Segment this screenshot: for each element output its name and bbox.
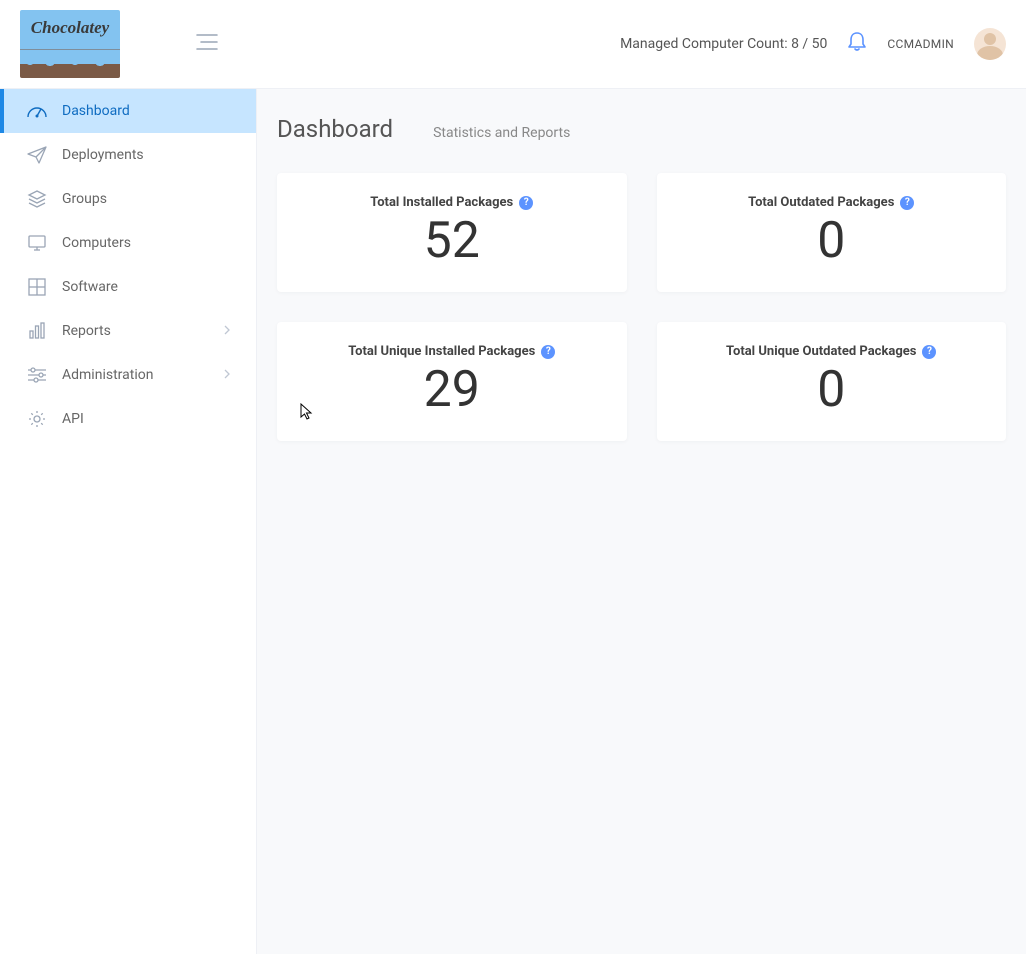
card-total-unique-installed-packages: Total Unique Installed Packages ? 29 (277, 322, 627, 441)
computer-count: Managed Computer Count: 8 / 50 (620, 36, 827, 52)
paper-plane-icon (26, 146, 48, 164)
card-title: Total Unique Installed Packages (348, 344, 535, 359)
sidebar-item-computers[interactable]: Computers (0, 221, 256, 265)
card-value: 0 (677, 216, 987, 266)
page-title: Dashboard (277, 115, 393, 143)
sidebar-item-label: Dashboard (62, 103, 130, 119)
help-icon[interactable]: ? (541, 345, 555, 359)
stat-cards: Total Installed Packages ? 52 Total Outd… (277, 173, 1006, 441)
card-total-outdated-packages: Total Outdated Packages ? 0 (657, 173, 1007, 292)
sidebar-item-dashboard[interactable]: Dashboard (0, 89, 256, 133)
card-title: Total Outdated Packages (748, 195, 894, 210)
grid-icon (26, 278, 48, 296)
main-content: Dashboard Statistics and Reports Total I… (257, 89, 1026, 954)
chevron-right-icon (224, 367, 230, 383)
sidebar-item-label: Reports (62, 323, 111, 339)
help-icon[interactable]: ? (519, 196, 533, 210)
sidebar-item-groups[interactable]: Groups (0, 177, 256, 221)
sidebar-item-label: Software (62, 279, 118, 295)
chevron-right-icon (224, 323, 230, 339)
header: Chocolatey Managed Computer Count: 8 / 5… (0, 0, 1026, 89)
notifications-button[interactable] (847, 31, 867, 57)
card-value: 0 (677, 365, 987, 415)
page-header: Dashboard Statistics and Reports (277, 115, 1006, 143)
menu-toggle-button[interactable] (195, 33, 219, 55)
sidebar-item-software[interactable]: Software (0, 265, 256, 309)
bell-icon (847, 31, 867, 53)
help-icon[interactable]: ? (900, 196, 914, 210)
card-total-unique-outdated-packages: Total Unique Outdated Packages ? 0 (657, 322, 1007, 441)
help-icon[interactable]: ? (922, 345, 936, 359)
card-value: 29 (297, 365, 607, 415)
chart-icon (26, 322, 48, 340)
sliders-icon (26, 367, 48, 383)
sidebar-item-label: API (62, 411, 84, 427)
logo-text: Chocolatey (20, 18, 120, 38)
sidebar-item-reports[interactable]: Reports (0, 309, 256, 353)
username-label[interactable]: CCMADMIN (887, 37, 954, 51)
sidebar-item-label: Administration (62, 367, 153, 383)
sidebar-item-label: Groups (62, 191, 107, 207)
sidebar: Dashboard Deployments Groups Computers S… (0, 89, 257, 954)
header-right: Managed Computer Count: 8 / 50 CCMADMIN (620, 28, 1006, 60)
layers-icon (26, 190, 48, 208)
monitor-icon (26, 234, 48, 252)
dashboard-icon (26, 103, 48, 119)
page-subtitle: Statistics and Reports (433, 125, 570, 141)
hamburger-icon (195, 33, 219, 51)
sidebar-item-administration[interactable]: Administration (0, 353, 256, 397)
card-title: Total Unique Outdated Packages (726, 344, 916, 359)
sidebar-item-label: Computers (62, 235, 131, 251)
sidebar-item-deployments[interactable]: Deployments (0, 133, 256, 177)
card-value: 52 (297, 216, 607, 266)
logo[interactable]: Chocolatey (20, 10, 120, 78)
card-total-installed-packages: Total Installed Packages ? 52 (277, 173, 627, 292)
avatar[interactable] (974, 28, 1006, 60)
sidebar-item-label: Deployments (62, 147, 144, 163)
gear-icon (26, 410, 48, 428)
logo-decor (20, 50, 120, 64)
card-title: Total Installed Packages (370, 195, 513, 210)
sidebar-item-api[interactable]: API (0, 397, 256, 441)
